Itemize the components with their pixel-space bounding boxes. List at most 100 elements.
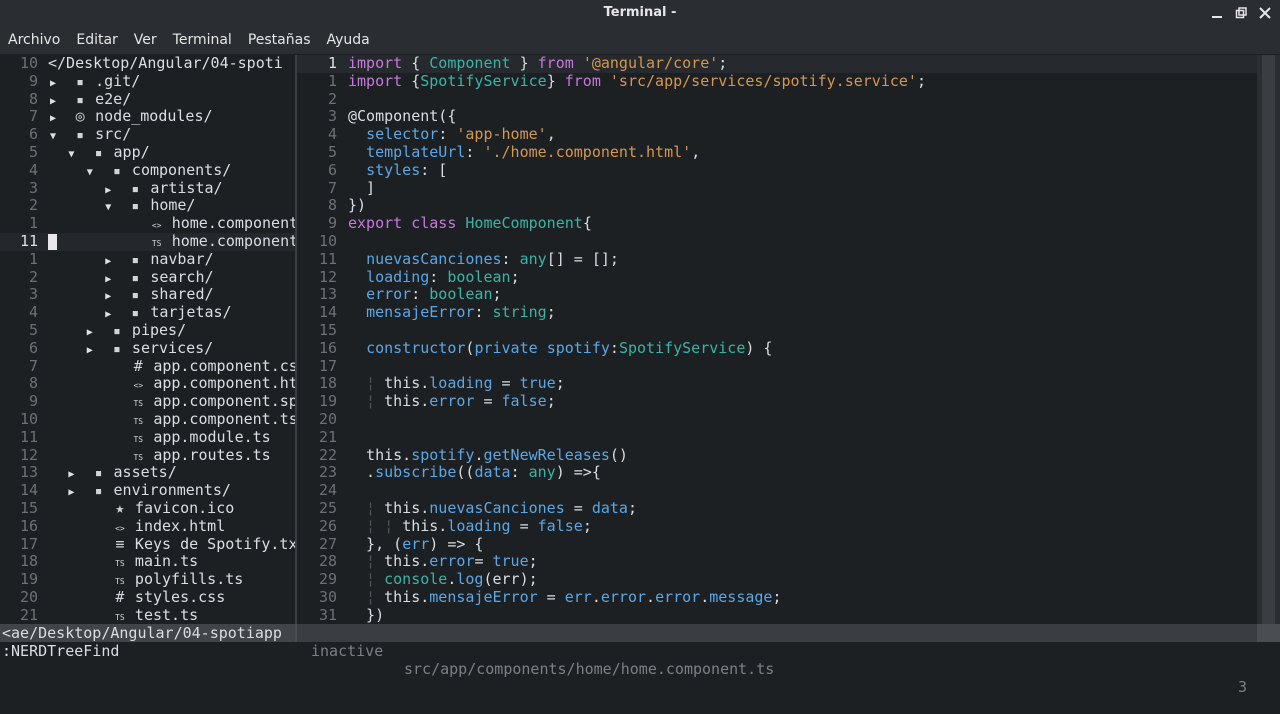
tree-folder-name[interactable]: environments/: [114, 481, 231, 499]
tree-row[interactable]: 7 # app.component.css: [0, 357, 295, 376]
tree-row[interactable]: 12 TS app.routes.ts: [0, 446, 295, 465]
tree-file-name[interactable]: main.ts: [135, 552, 198, 570]
code-line[interactable]: 22 this.spotify.getNewReleases(): [297, 446, 1257, 465]
tree-folder-name[interactable]: shared/: [150, 285, 213, 303]
restore-icon[interactable]: [1234, 6, 1248, 20]
tree-file-name[interactable]: test.ts: [135, 606, 198, 624]
tree-row[interactable]: 16 <> index.html: [0, 517, 295, 536]
tree-row[interactable]: 7 ▶ ◎ node_modules/: [0, 107, 295, 126]
code-line[interactable]: 20: [297, 410, 1257, 429]
code-line[interactable]: 17: [297, 357, 1257, 376]
tree-row[interactable]: 18 TS main.ts: [0, 552, 295, 571]
tree-row[interactable]: 6 ▼ ▪ src/: [0, 125, 295, 144]
tree-file-name[interactable]: app.component.html: [153, 374, 295, 392]
code-line[interactable]: 26 ¦ ¦ this.loading = false;: [297, 517, 1257, 536]
code-line[interactable]: 23 .subscribe((data: any) =>{: [297, 463, 1257, 482]
tree-file-name[interactable]: home.component.ts: [172, 232, 295, 250]
tree-folder-name[interactable]: app/: [114, 143, 150, 161]
tree-row[interactable]: 3 ▶ ▪ artista/: [0, 179, 295, 198]
code-line[interactable]: 25 ¦ this.nuevasCanciones = data;: [297, 499, 1257, 518]
collapsed-arrow-icon[interactable]: ▶: [105, 256, 111, 267]
tree-row[interactable]: 1 ▶ ▪ navbar/: [0, 250, 295, 269]
menu-terminal[interactable]: Terminal: [165, 26, 240, 54]
collapsed-arrow-icon[interactable]: ▶: [68, 469, 74, 480]
code-line[interactable]: 21: [297, 428, 1257, 447]
tree-row[interactable]: 11 TS home.component.ts: [0, 232, 295, 251]
code-line[interactable]: 6 styles: [: [297, 161, 1257, 180]
code-line[interactable]: 24: [297, 481, 1257, 500]
tree-folder-name[interactable]: assets/: [114, 463, 177, 481]
code-line[interactable]: 13 error: boolean;: [297, 285, 1257, 304]
tree-row[interactable]: 4 ▼ ▪ components/: [0, 161, 295, 180]
tree-row[interactable]: 8 <> app.component.html: [0, 374, 295, 393]
tree-row[interactable]: 9 TS app.component.spec.: [0, 392, 295, 411]
expanded-arrow-icon[interactable]: ▼: [87, 167, 93, 178]
tree-row[interactable]: 21 TS test.ts: [0, 606, 295, 624]
code-line[interactable]: 1 import { Component } from '@angular/cor…: [297, 55, 1257, 73]
collapsed-arrow-icon[interactable]: ▶: [50, 96, 56, 107]
tree-file-name[interactable]: </Desktop/Angular/04-spoti: [48, 55, 283, 72]
collapsed-arrow-icon[interactable]: ▶: [105, 291, 111, 302]
code-line[interactable]: 2: [297, 90, 1257, 109]
command-line[interactable]: :NERDTreeFind: [0, 642, 119, 660]
menu-pestanas[interactable]: Pestañas: [240, 26, 319, 54]
tree-row[interactable]: 5 ▼ ▪ app/: [0, 143, 295, 162]
tree-file-name[interactable]: polyfills.ts: [135, 570, 243, 588]
code-line[interactable]: 8}): [297, 196, 1257, 215]
tree-row[interactable]: 19 TS polyfills.ts: [0, 570, 295, 589]
collapsed-arrow-icon[interactable]: ▶: [87, 345, 93, 356]
tree-file-name[interactable]: app.component.ts: [153, 410, 295, 428]
scrollbar[interactable]: [1257, 55, 1280, 624]
nerdtree-panel[interactable]: 10 </Desktop/Angular/04-spoti 9 ▶ ▪ .git/8 ▶…: [0, 55, 295, 624]
menu-archivo[interactable]: Archivo: [0, 26, 68, 54]
code-line[interactable]: 15: [297, 321, 1257, 340]
expanded-arrow-icon[interactable]: ▼: [50, 131, 56, 142]
menu-ver[interactable]: Ver: [126, 26, 165, 54]
tree-row[interactable]: 13 ▶ ▪ assets/: [0, 463, 295, 482]
tree-row[interactable]: 10 </Desktop/Angular/04-spoti: [0, 55, 295, 73]
code-line[interactable]: 16 constructor(private spotify:SpotifySe…: [297, 339, 1257, 358]
tree-file-name[interactable]: index.html: [135, 517, 225, 535]
menu-editar[interactable]: Editar: [68, 26, 125, 54]
collapsed-arrow-icon[interactable]: ▶: [50, 113, 56, 124]
tree-file-name[interactable]: app.component.css: [153, 357, 295, 375]
scrollbar-thumb[interactable]: [1262, 55, 1275, 624]
tree-row[interactable]: 8 ▶ ▪ e2e/: [0, 90, 295, 109]
tree-row[interactable]: 10 TS app.component.ts: [0, 410, 295, 429]
code-line[interactable]: 1 import {SpotifyService} from 'src/app/s…: [297, 72, 1257, 91]
tree-folder-name[interactable]: node_modules/: [95, 107, 212, 125]
code-line[interactable]: 5 templateUrl: './home.component.html',: [297, 143, 1257, 162]
code-line[interactable]: 28 ¦ this.error= true;: [297, 552, 1257, 571]
tree-row[interactable]: 14 ▶ ▪ environments/: [0, 481, 295, 500]
tree-folder-name[interactable]: e2e/: [95, 90, 131, 108]
tree-folder-name[interactable]: search/: [150, 268, 213, 286]
close-icon[interactable]: [1258, 6, 1272, 20]
code-line[interactable]: 18 ¦ this.loading = true;: [297, 374, 1257, 393]
code-line[interactable]: 31 }): [297, 606, 1257, 624]
collapsed-arrow-icon[interactable]: ▶: [105, 274, 111, 285]
tree-file-name[interactable]: Keys de Spotify.txt: [135, 535, 295, 553]
tree-row[interactable]: 2 ▶ ▪ search/: [0, 268, 295, 287]
code-line[interactable]: 29 ¦ console.log(err);: [297, 570, 1257, 589]
tree-row[interactable]: 3 ▶ ▪ shared/: [0, 285, 295, 304]
code-line[interactable]: 12 loading: boolean;: [297, 268, 1257, 287]
tree-file-name[interactable]: app.module.ts: [153, 428, 270, 446]
tree-folder-name[interactable]: home/: [150, 196, 195, 214]
tree-row[interactable]: 15 ★ favicon.ico: [0, 499, 295, 518]
menu-ayuda[interactable]: Ayuda: [319, 26, 378, 54]
tree-folder-name[interactable]: components/: [132, 161, 231, 179]
code-line[interactable]: 7 ]: [297, 179, 1257, 198]
tree-file-name[interactable]: favicon.ico: [135, 499, 234, 517]
code-line[interactable]: 30 ¦ this.mensajeError = err.error.error…: [297, 588, 1257, 607]
tree-file-name[interactable]: styles.css: [135, 588, 225, 606]
minimize-icon[interactable]: [1210, 6, 1224, 20]
tree-folder-name[interactable]: artista/: [150, 179, 222, 197]
code-line[interactable]: 27 }, (err) => {: [297, 535, 1257, 554]
expanded-arrow-icon[interactable]: ▼: [68, 149, 74, 160]
code-line[interactable]: 9 export class HomeComponent{: [297, 214, 1257, 233]
expanded-arrow-icon[interactable]: ▼: [105, 202, 111, 213]
tree-row[interactable]: 17 ≡ Keys de Spotify.txt: [0, 535, 295, 554]
tree-file-name[interactable]: home.component.ht: [172, 214, 295, 232]
tree-row[interactable]: 5 ▶ ▪ pipes/: [0, 321, 295, 340]
collapsed-arrow-icon[interactable]: ▶: [68, 487, 74, 498]
